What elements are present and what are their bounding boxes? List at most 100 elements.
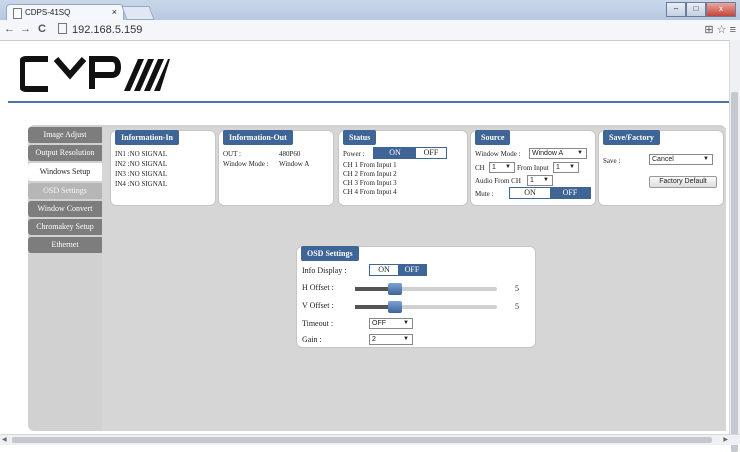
panel-title: Information-In	[115, 130, 180, 145]
info-out-panel: Information-Out OUT : 480P60 Window Mode…	[218, 130, 334, 206]
forward-icon[interactable]: →	[20, 23, 31, 35]
ch-value: 1	[492, 164, 496, 171]
slider-handle[interactable]	[388, 283, 402, 295]
from-input-select[interactable]: 1 ▼	[553, 162, 579, 173]
horizontal-scrollbar[interactable]: ◀ ▶	[0, 434, 740, 445]
sidebar-item-chromakey-setup[interactable]: Chromakey Setup	[28, 219, 102, 235]
scroll-right-icon[interactable]: ▶	[723, 436, 728, 443]
dropdown-arrow-icon: ▼	[703, 156, 709, 162]
v-offset-value: 5	[515, 302, 519, 311]
dropdown-arrow-icon: ▼	[577, 150, 583, 156]
dropdown-arrow-icon: ▼	[403, 320, 409, 326]
save-select[interactable]: Cancel ▼	[649, 154, 713, 165]
slider-handle[interactable]	[388, 301, 402, 313]
v-offset-label: V Offset :	[302, 301, 334, 310]
v-offset-slider[interactable]	[355, 301, 497, 313]
save-value: Cancel	[652, 156, 674, 163]
factory-default-button[interactable]: Factory Default	[649, 176, 717, 188]
channel-source-line: CH 2 From Input 2	[343, 170, 397, 178]
ch-label: CH	[475, 164, 485, 172]
sidebar-item-ethernet[interactable]: Ethernet	[28, 237, 102, 253]
scroll-left-icon[interactable]: ◀	[2, 436, 7, 443]
page-icon	[13, 8, 22, 19]
info-display-on[interactable]: ON	[370, 265, 398, 275]
info-in-panel: Information-In IN1 :NO SIGNAL IN2 :NO SI…	[110, 130, 216, 206]
panel-title: OSD Settings	[301, 246, 359, 261]
back-icon[interactable]: ←	[4, 23, 15, 35]
ch-select[interactable]: 1 ▼	[489, 162, 515, 173]
power-off[interactable]: OFF	[416, 148, 446, 158]
browser-toolbar: ← → C 192.168.5.159 ⊞ ☆ ≡	[0, 20, 740, 41]
sidebar-item-image-adjust[interactable]: Image Adjust	[28, 127, 102, 143]
cyp-logo	[20, 56, 170, 92]
new-tab-button[interactable]	[121, 6, 155, 20]
h-offset-value: 5	[515, 284, 519, 293]
status-panel: Status Power : ON OFF CH 1 From Input 1 …	[338, 130, 468, 206]
h-offset-label: H Offset :	[302, 283, 334, 292]
address-bar[interactable]: 192.168.5.159	[58, 23, 142, 36]
minimize-button[interactable]: –	[666, 2, 686, 17]
power-toggle[interactable]: ON OFF	[373, 147, 447, 159]
audio-from-ch-select[interactable]: 1 ▼	[527, 175, 553, 186]
timeout-select[interactable]: OFF ▼	[369, 318, 413, 329]
window-mode-label: Window Mode :	[475, 150, 521, 158]
timeout-label: Timeout :	[302, 319, 334, 328]
header-divider	[8, 101, 730, 103]
input-status-line: IN2 :NO SIGNAL	[115, 160, 168, 168]
sidebar-item-windows-setup[interactable]: Windows Setup	[28, 163, 102, 181]
panel-title: Information-Out	[223, 130, 293, 145]
info-display-off[interactable]: OFF	[398, 265, 426, 275]
window-mode-select[interactable]: Window A ▼	[529, 148, 587, 159]
dropdown-arrow-icon: ▼	[403, 336, 409, 342]
dropdown-arrow-icon: ▼	[505, 164, 511, 170]
channel-source-line: CH 4 From Input 4	[343, 188, 397, 196]
vertical-scrollbar[interactable]	[729, 40, 740, 452]
page-icon	[58, 23, 67, 34]
out-value: 480P60	[279, 150, 301, 158]
panel-title: Source	[475, 130, 511, 145]
audio-from-ch-label: Audio From CH	[475, 177, 521, 185]
gain-select[interactable]: 2 ▼	[369, 334, 413, 345]
channel-source-line: CH 3 From Input 3	[343, 179, 397, 187]
panel-title: Save/Factory	[603, 130, 660, 145]
panel-title: Status	[343, 130, 377, 145]
mute-on[interactable]: ON	[510, 188, 550, 198]
power-label: Power :	[343, 150, 365, 158]
gain-value: 2	[372, 336, 376, 343]
mute-toggle[interactable]: ON OFF	[509, 187, 591, 199]
out-label: OUT :	[223, 150, 241, 158]
tab-close-icon[interactable]: ×	[112, 7, 117, 17]
window-mode-label: Window Mode :	[223, 160, 269, 168]
from-input-label: From Input	[517, 164, 549, 172]
window-controls: – □ x	[666, 2, 736, 17]
close-window-button[interactable]: x	[706, 2, 736, 17]
scrollbar-thumb[interactable]	[731, 92, 738, 452]
source-panel: Source Window Mode : Window A ▼ CH 1 ▼ Fro…	[470, 130, 596, 206]
audio-from-ch-value: 1	[530, 177, 534, 184]
input-status-line: IN4 :NO SIGNAL	[115, 180, 168, 188]
scrollbar-thumb[interactable]	[12, 437, 712, 443]
h-offset-slider[interactable]	[355, 283, 497, 295]
window-mode-value: Window A	[279, 160, 310, 168]
save-factory-panel: Save/Factory Save : Cancel ▼ Factory Defa…	[598, 130, 724, 206]
browser-tab[interactable]: CDPS-41SQ ×	[6, 4, 124, 21]
input-status-line: IN1 :NO SIGNAL	[115, 150, 168, 158]
dropdown-arrow-icon: ▼	[569, 164, 575, 170]
dropdown-arrow-icon: ▼	[543, 177, 549, 183]
mute-label: Mute :	[475, 190, 494, 198]
power-on[interactable]: ON	[374, 148, 416, 158]
mute-off[interactable]: OFF	[550, 188, 590, 198]
osd-settings-panel: OSD Settings Info Display : ON OFF H Off…	[296, 246, 536, 348]
url-text: 192.168.5.159	[72, 24, 143, 36]
sidebar-item-osd-settings[interactable]: OSD Settings	[28, 183, 102, 199]
info-display-toggle[interactable]: ON OFF	[369, 264, 427, 276]
toolbar-icons[interactable]: ⊞ ☆ ≡	[704, 23, 736, 36]
reload-icon[interactable]: C	[38, 23, 46, 35]
sidebar-item-output-resolution[interactable]: Output Resolution	[28, 145, 102, 161]
channel-source-line: CH 1 From Input 1	[343, 161, 397, 169]
sidebar-item-window-convert[interactable]: Window Convert	[28, 201, 102, 217]
input-status-line: IN3 :NO SIGNAL	[115, 170, 168, 178]
maximize-button[interactable]: □	[686, 2, 706, 17]
timeout-value: OFF	[372, 320, 386, 327]
window-mode-value: Window A	[532, 150, 564, 157]
